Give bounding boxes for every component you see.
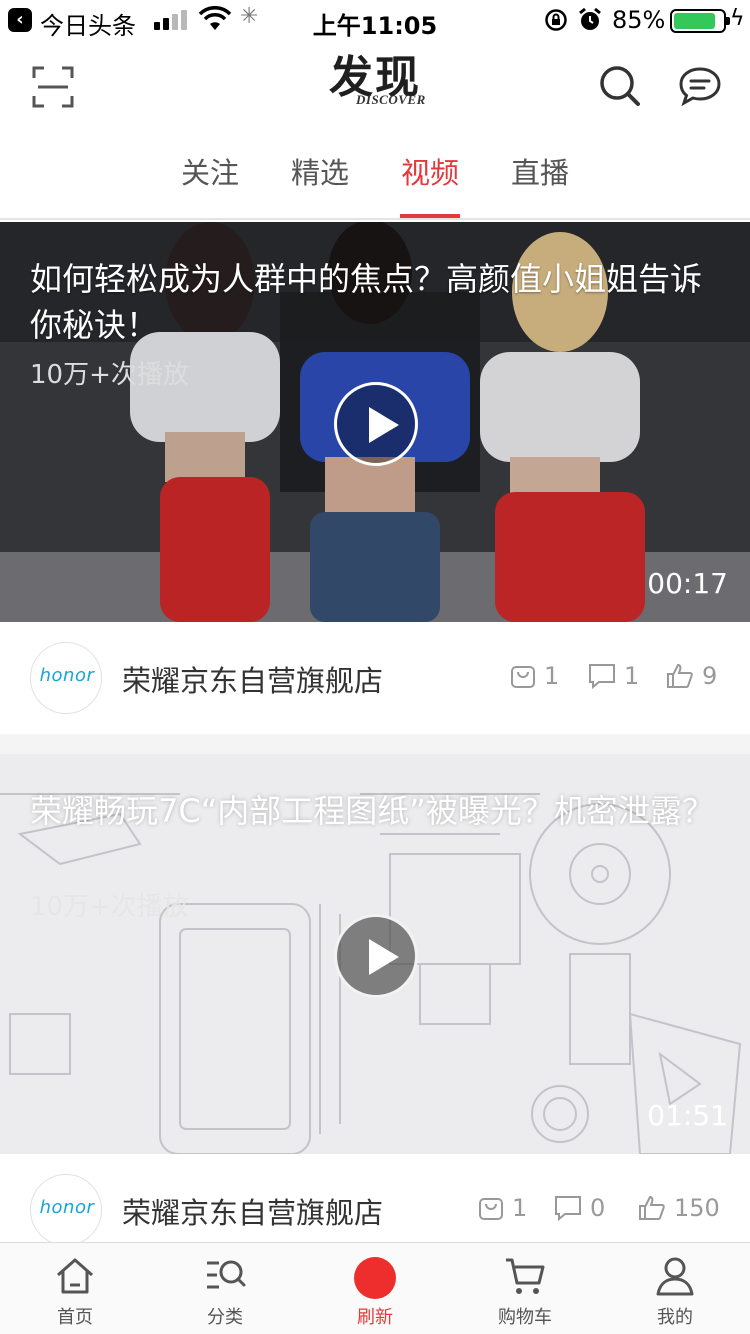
video-card-2[interactable]: 荣耀畅玩7C“内部工程图纸”被曝光？机密泄露？ 10万+次播放 01:51: [0, 754, 750, 1154]
video-play-count: 10万+次播放: [30, 360, 189, 390]
comment-count: 0: [590, 1194, 606, 1222]
category-search-icon: [207, 1260, 246, 1289]
refresh-dot-icon: [354, 1257, 396, 1299]
content-tabs: 关注 精选 视频 直播: [0, 134, 750, 220]
video-duration: 00:17: [647, 567, 728, 600]
video-title[interactable]: 如何轻松成为人群中的焦点？高颜值小姐姐告诉你秘诀！: [30, 256, 720, 348]
tab-profile-label: 我的: [657, 1307, 693, 1328]
video-title[interactable]: 荣耀畅玩7C“内部工程图纸”被曝光？机密泄露？: [30, 788, 720, 834]
battery-percent: 85%: [612, 6, 666, 34]
rotation-lock-icon: [545, 9, 567, 31]
tab-live[interactable]: 直播: [485, 134, 595, 218]
battery-icon: [670, 9, 730, 33]
comment-count: 1: [624, 662, 640, 690]
comment-icon: [555, 1196, 581, 1221]
profile-icon: [656, 1257, 694, 1296]
thumbs-up-icon: [667, 663, 693, 688]
tab-home[interactable]: 首页: [0, 1243, 150, 1334]
tab-follow[interactable]: 关注: [155, 134, 265, 218]
video-meta-row-1: honor 荣耀京东自营旗舰店 1 1 9: [0, 622, 750, 734]
thumbs-up-icon: [639, 1195, 665, 1220]
logo-sub-text: DISCOVER: [356, 92, 426, 107]
tab-cart-label: 购物车: [498, 1307, 552, 1328]
shop-avatar[interactable]: honor: [30, 642, 102, 714]
home-icon: [57, 1258, 93, 1294]
status-bar: ‹ 今日头条 ✳ 上午11:05 85% ϟ: [0, 0, 750, 40]
product-count: 1: [544, 662, 560, 690]
like-count: 150: [674, 1194, 720, 1222]
tab-video[interactable]: 视频: [375, 134, 485, 218]
play-button-icon[interactable]: [334, 914, 418, 998]
shop-name[interactable]: 荣耀京东自营旗舰店: [122, 658, 383, 700]
video-card-1[interactable]: 如何轻松成为人群中的焦点？高颜值小姐姐告诉你秘诀！ 10万+次播放 00:17: [0, 222, 750, 622]
comment-icon: [589, 664, 615, 689]
tab-refresh-label: 刷新: [357, 1307, 393, 1328]
bottom-tab-bar: 首页 分类 刷新 购物车 我的: [0, 1242, 750, 1334]
like-stat[interactable]: 150: [638, 1194, 720, 1222]
like-count: 9: [702, 662, 718, 690]
video-play-count: 10万+次播放: [30, 892, 189, 922]
cart-icon: [506, 1258, 545, 1294]
tab-category[interactable]: 分类: [150, 1243, 300, 1334]
video-duration: 01:51: [647, 1099, 728, 1132]
comment-stat[interactable]: 0: [554, 1194, 605, 1222]
tab-cart[interactable]: 购物车: [450, 1243, 600, 1334]
comment-stat[interactable]: 1: [588, 662, 639, 690]
shop-product-stat[interactable]: 1: [510, 662, 559, 690]
like-stat[interactable]: 9: [666, 662, 717, 690]
message-icon[interactable]: [678, 66, 722, 106]
top-nav-bar: 发现 DISCOVER: [0, 40, 750, 134]
shop-name[interactable]: 荣耀京东自营旗舰店: [122, 1190, 383, 1232]
tab-profile[interactable]: 我的: [600, 1243, 750, 1334]
shopping-bag-icon: [479, 1198, 503, 1220]
play-button-icon[interactable]: [334, 382, 418, 466]
search-icon[interactable]: [598, 64, 642, 108]
honor-logo: honor: [39, 1197, 95, 1218]
alarm-icon: [579, 7, 601, 30]
shopping-bag-icon: [511, 666, 535, 688]
tab-home-label: 首页: [57, 1307, 93, 1328]
section-divider: [0, 734, 750, 754]
charging-bolt-icon: ϟ: [730, 6, 745, 31]
honor-logo: honor: [39, 665, 95, 686]
tab-refresh[interactable]: 刷新: [300, 1243, 450, 1334]
tab-category-label: 分类: [207, 1307, 243, 1328]
product-count: 1: [512, 1194, 528, 1222]
shop-product-stat[interactable]: 1: [478, 1194, 527, 1222]
shop-avatar[interactable]: honor: [30, 1174, 102, 1246]
tab-featured[interactable]: 精选: [265, 134, 375, 218]
